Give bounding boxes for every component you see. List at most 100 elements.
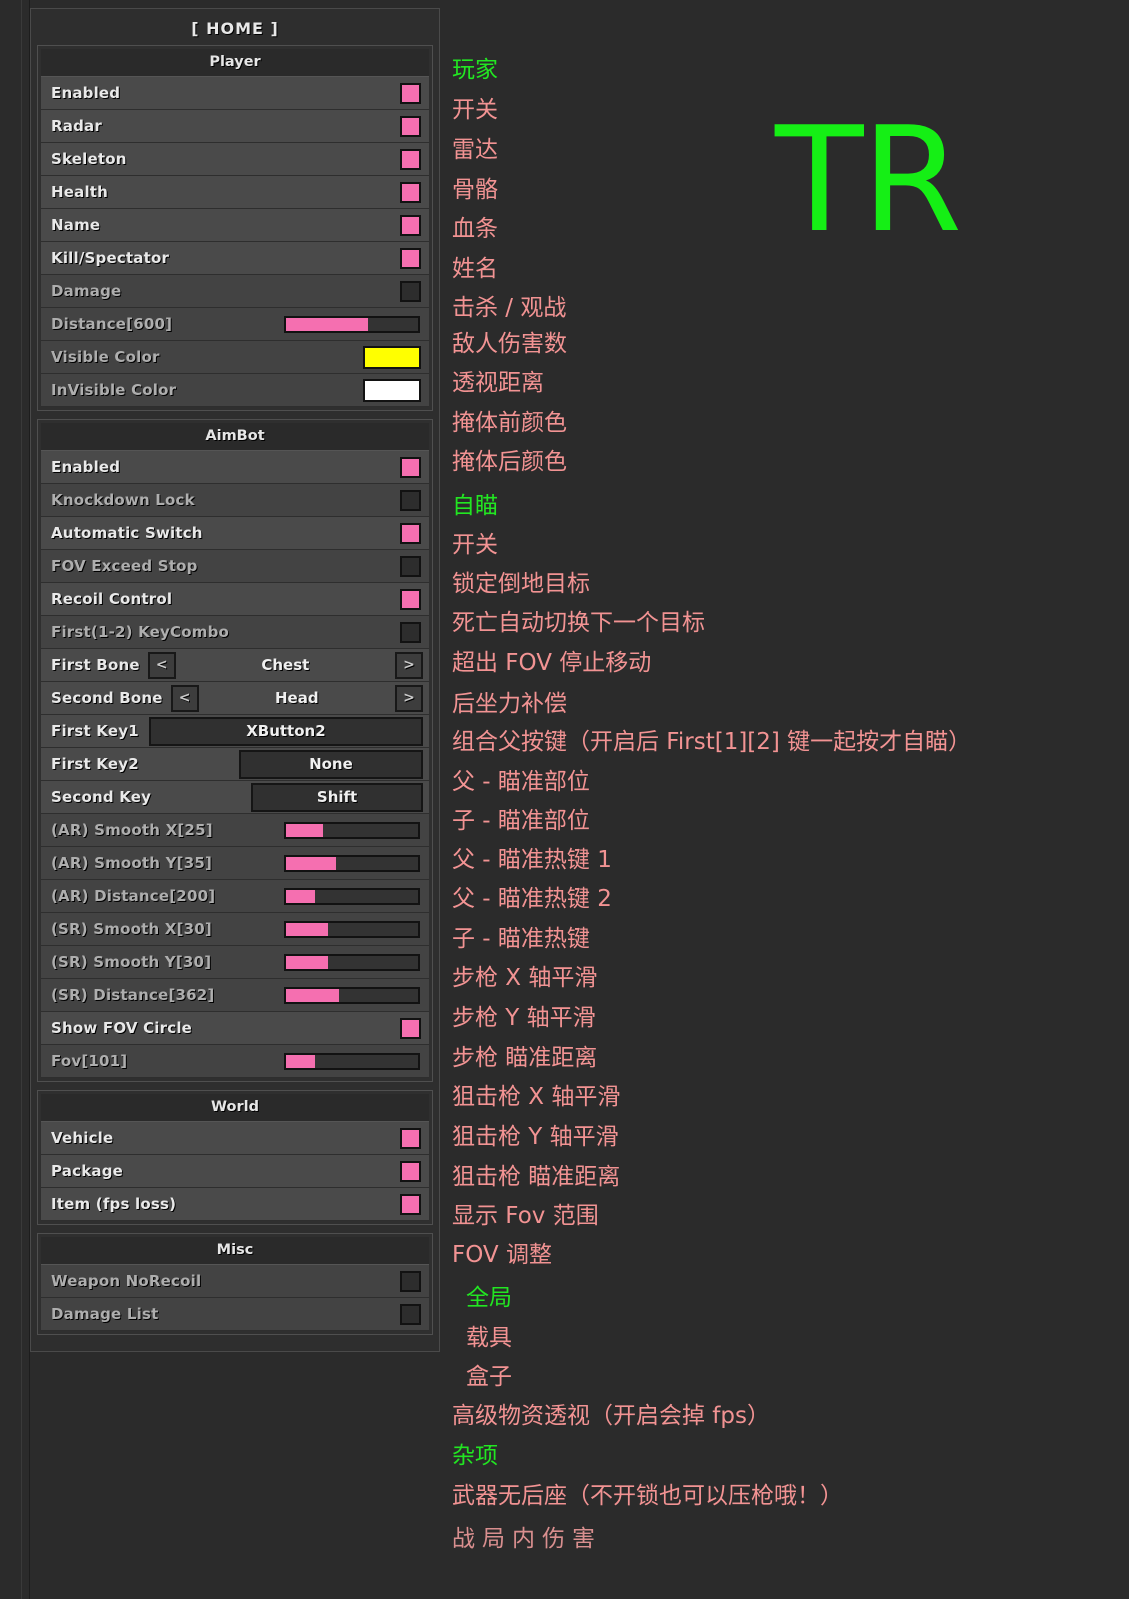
slider-track[interactable] bbox=[284, 821, 420, 839]
menu-row[interactable]: Fov[101] bbox=[41, 1045, 429, 1078]
menu-row[interactable]: First Bone < Chest > bbox=[41, 649, 429, 682]
checkbox-toggle[interactable] bbox=[400, 522, 421, 544]
stepper: < Head > bbox=[170, 684, 423, 712]
group-header: AimBot bbox=[41, 423, 429, 451]
row-label: Visible Color bbox=[51, 348, 160, 366]
row-label: Distance[600] bbox=[51, 315, 173, 333]
row-label: First Key2 bbox=[51, 755, 139, 773]
menu-row[interactable]: Damage bbox=[41, 275, 429, 308]
slider-track[interactable] bbox=[284, 920, 420, 938]
stepper-next-button[interactable]: > bbox=[395, 651, 423, 679]
row-label: (AR) Smooth X[25] bbox=[51, 821, 213, 839]
checkbox-toggle[interactable] bbox=[400, 1193, 421, 1215]
menu-row[interactable]: Name bbox=[41, 209, 429, 242]
checkbox-toggle[interactable] bbox=[400, 1160, 421, 1182]
annotation-line: 狙击枪 瞄准距离 bbox=[452, 1164, 621, 1190]
menu-row[interactable]: Second Key Shift bbox=[41, 781, 429, 814]
menu-row[interactable]: First Key1 XButton2 bbox=[41, 715, 429, 748]
stepper-value: Chest bbox=[261, 656, 310, 674]
menu-row[interactable]: Second Bone < Head > bbox=[41, 682, 429, 715]
menu-row[interactable]: Weapon NoRecoil bbox=[41, 1265, 429, 1298]
checkbox-toggle[interactable] bbox=[400, 555, 421, 577]
stepper-next-button[interactable]: > bbox=[395, 684, 423, 712]
menu-row[interactable]: Enabled bbox=[41, 451, 429, 484]
checkbox-toggle[interactable] bbox=[400, 82, 421, 104]
annotation-line: 步枪 Y 轴平滑 bbox=[452, 1005, 596, 1031]
slider-fill bbox=[286, 955, 329, 969]
keybind-button[interactable]: None bbox=[238, 749, 423, 779]
stepper: < Chest > bbox=[147, 651, 423, 679]
annotation-line: 战局内伤害 bbox=[452, 1526, 602, 1552]
checkbox-toggle[interactable] bbox=[400, 621, 421, 643]
slider-track[interactable] bbox=[284, 986, 420, 1004]
slider-track[interactable] bbox=[284, 315, 420, 333]
menu-row[interactable]: (SR) Smooth Y[30] bbox=[41, 946, 429, 979]
menu-row[interactable]: First(1-2) KeyCombo bbox=[41, 616, 429, 649]
menu-row[interactable]: (AR) Distance[200] bbox=[41, 880, 429, 913]
annotation-line: 载具 bbox=[466, 1325, 512, 1351]
row-label: First Bone bbox=[51, 656, 140, 674]
menu-row[interactable]: (SR) Smooth X[30] bbox=[41, 913, 429, 946]
checkbox-toggle[interactable] bbox=[400, 148, 421, 170]
annotation-line: 骨骼 bbox=[452, 177, 498, 203]
menu-row[interactable]: Enabled bbox=[41, 77, 429, 110]
slider-track[interactable] bbox=[284, 887, 420, 905]
menu-row[interactable]: (AR) Smooth Y[35] bbox=[41, 847, 429, 880]
keybind-button[interactable]: Shift bbox=[251, 782, 423, 812]
checkbox-toggle[interactable] bbox=[400, 280, 421, 302]
annotation-line: 组合父按键（开启后 First[1][2] 键一起按才自瞄） bbox=[452, 729, 972, 755]
keybind-button[interactable]: XButton2 bbox=[148, 716, 423, 746]
menu-row[interactable]: (SR) Distance[362] bbox=[41, 979, 429, 1012]
row-label: First Key1 bbox=[51, 722, 139, 740]
slider-track[interactable] bbox=[284, 1052, 420, 1070]
color-swatch[interactable] bbox=[363, 378, 421, 402]
menu-row[interactable]: Distance[600] bbox=[41, 308, 429, 341]
annotation-line: 死亡自动切换下一个目标 bbox=[452, 610, 705, 636]
row-label: Package bbox=[51, 1162, 124, 1180]
checkbox-toggle[interactable] bbox=[400, 181, 421, 203]
slider-track[interactable] bbox=[284, 953, 420, 971]
row-label: Damage bbox=[51, 282, 122, 300]
menu-row[interactable]: Kill/Spectator bbox=[41, 242, 429, 275]
menu-row[interactable]: Skeleton bbox=[41, 143, 429, 176]
menu-row[interactable]: Health bbox=[41, 176, 429, 209]
checkbox-toggle[interactable] bbox=[400, 214, 421, 236]
checkbox-toggle[interactable] bbox=[400, 1017, 421, 1039]
stepper-value: Head bbox=[275, 689, 319, 707]
menu-row[interactable]: Radar bbox=[41, 110, 429, 143]
checkbox-toggle[interactable] bbox=[400, 1270, 421, 1292]
menu-row[interactable]: Package bbox=[41, 1155, 429, 1188]
menu-row[interactable]: FOV Exceed Stop bbox=[41, 550, 429, 583]
menu-row[interactable]: First Key2 None bbox=[41, 748, 429, 781]
slider-fill bbox=[286, 317, 368, 331]
menu-row[interactable]: (AR) Smooth X[25] bbox=[41, 814, 429, 847]
stepper-prev-button[interactable]: < bbox=[147, 651, 176, 679]
stepper-prev-button[interactable]: < bbox=[170, 684, 199, 712]
menu-title: [ HOME ] bbox=[191, 19, 279, 38]
checkbox-toggle[interactable] bbox=[400, 489, 421, 511]
checkbox-toggle[interactable] bbox=[400, 588, 421, 610]
checkbox-toggle[interactable] bbox=[400, 1303, 421, 1325]
color-swatch[interactable] bbox=[363, 345, 421, 369]
annotation-line: 雷达 bbox=[452, 137, 498, 163]
menu-row[interactable]: Show FOV Circle bbox=[41, 1012, 429, 1045]
menu-row[interactable]: Automatic Switch bbox=[41, 517, 429, 550]
row-label: Radar bbox=[51, 117, 102, 135]
annotation-line: 掩体前颜色 bbox=[452, 410, 567, 436]
checkbox-toggle[interactable] bbox=[400, 1127, 421, 1149]
menu-row[interactable]: Knockdown Lock bbox=[41, 484, 429, 517]
menu-row[interactable]: Recoil Control bbox=[41, 583, 429, 616]
menu-row[interactable]: Visible Color bbox=[41, 341, 429, 374]
menu-row[interactable]: InVisible Color bbox=[41, 374, 429, 407]
checkbox-toggle[interactable] bbox=[400, 247, 421, 269]
annotation-line: 子 - 瞄准部位 bbox=[452, 808, 590, 834]
menu-row[interactable]: Damage List bbox=[41, 1298, 429, 1331]
checkbox-toggle[interactable] bbox=[400, 456, 421, 478]
checkbox-toggle[interactable] bbox=[400, 115, 421, 137]
row-label: InVisible Color bbox=[51, 381, 177, 399]
row-label: Show FOV Circle bbox=[51, 1019, 193, 1037]
group-header: World bbox=[41, 1094, 429, 1122]
menu-row[interactable]: Vehicle bbox=[41, 1122, 429, 1155]
menu-row[interactable]: Item (fps loss) bbox=[41, 1188, 429, 1221]
slider-track[interactable] bbox=[284, 854, 420, 872]
